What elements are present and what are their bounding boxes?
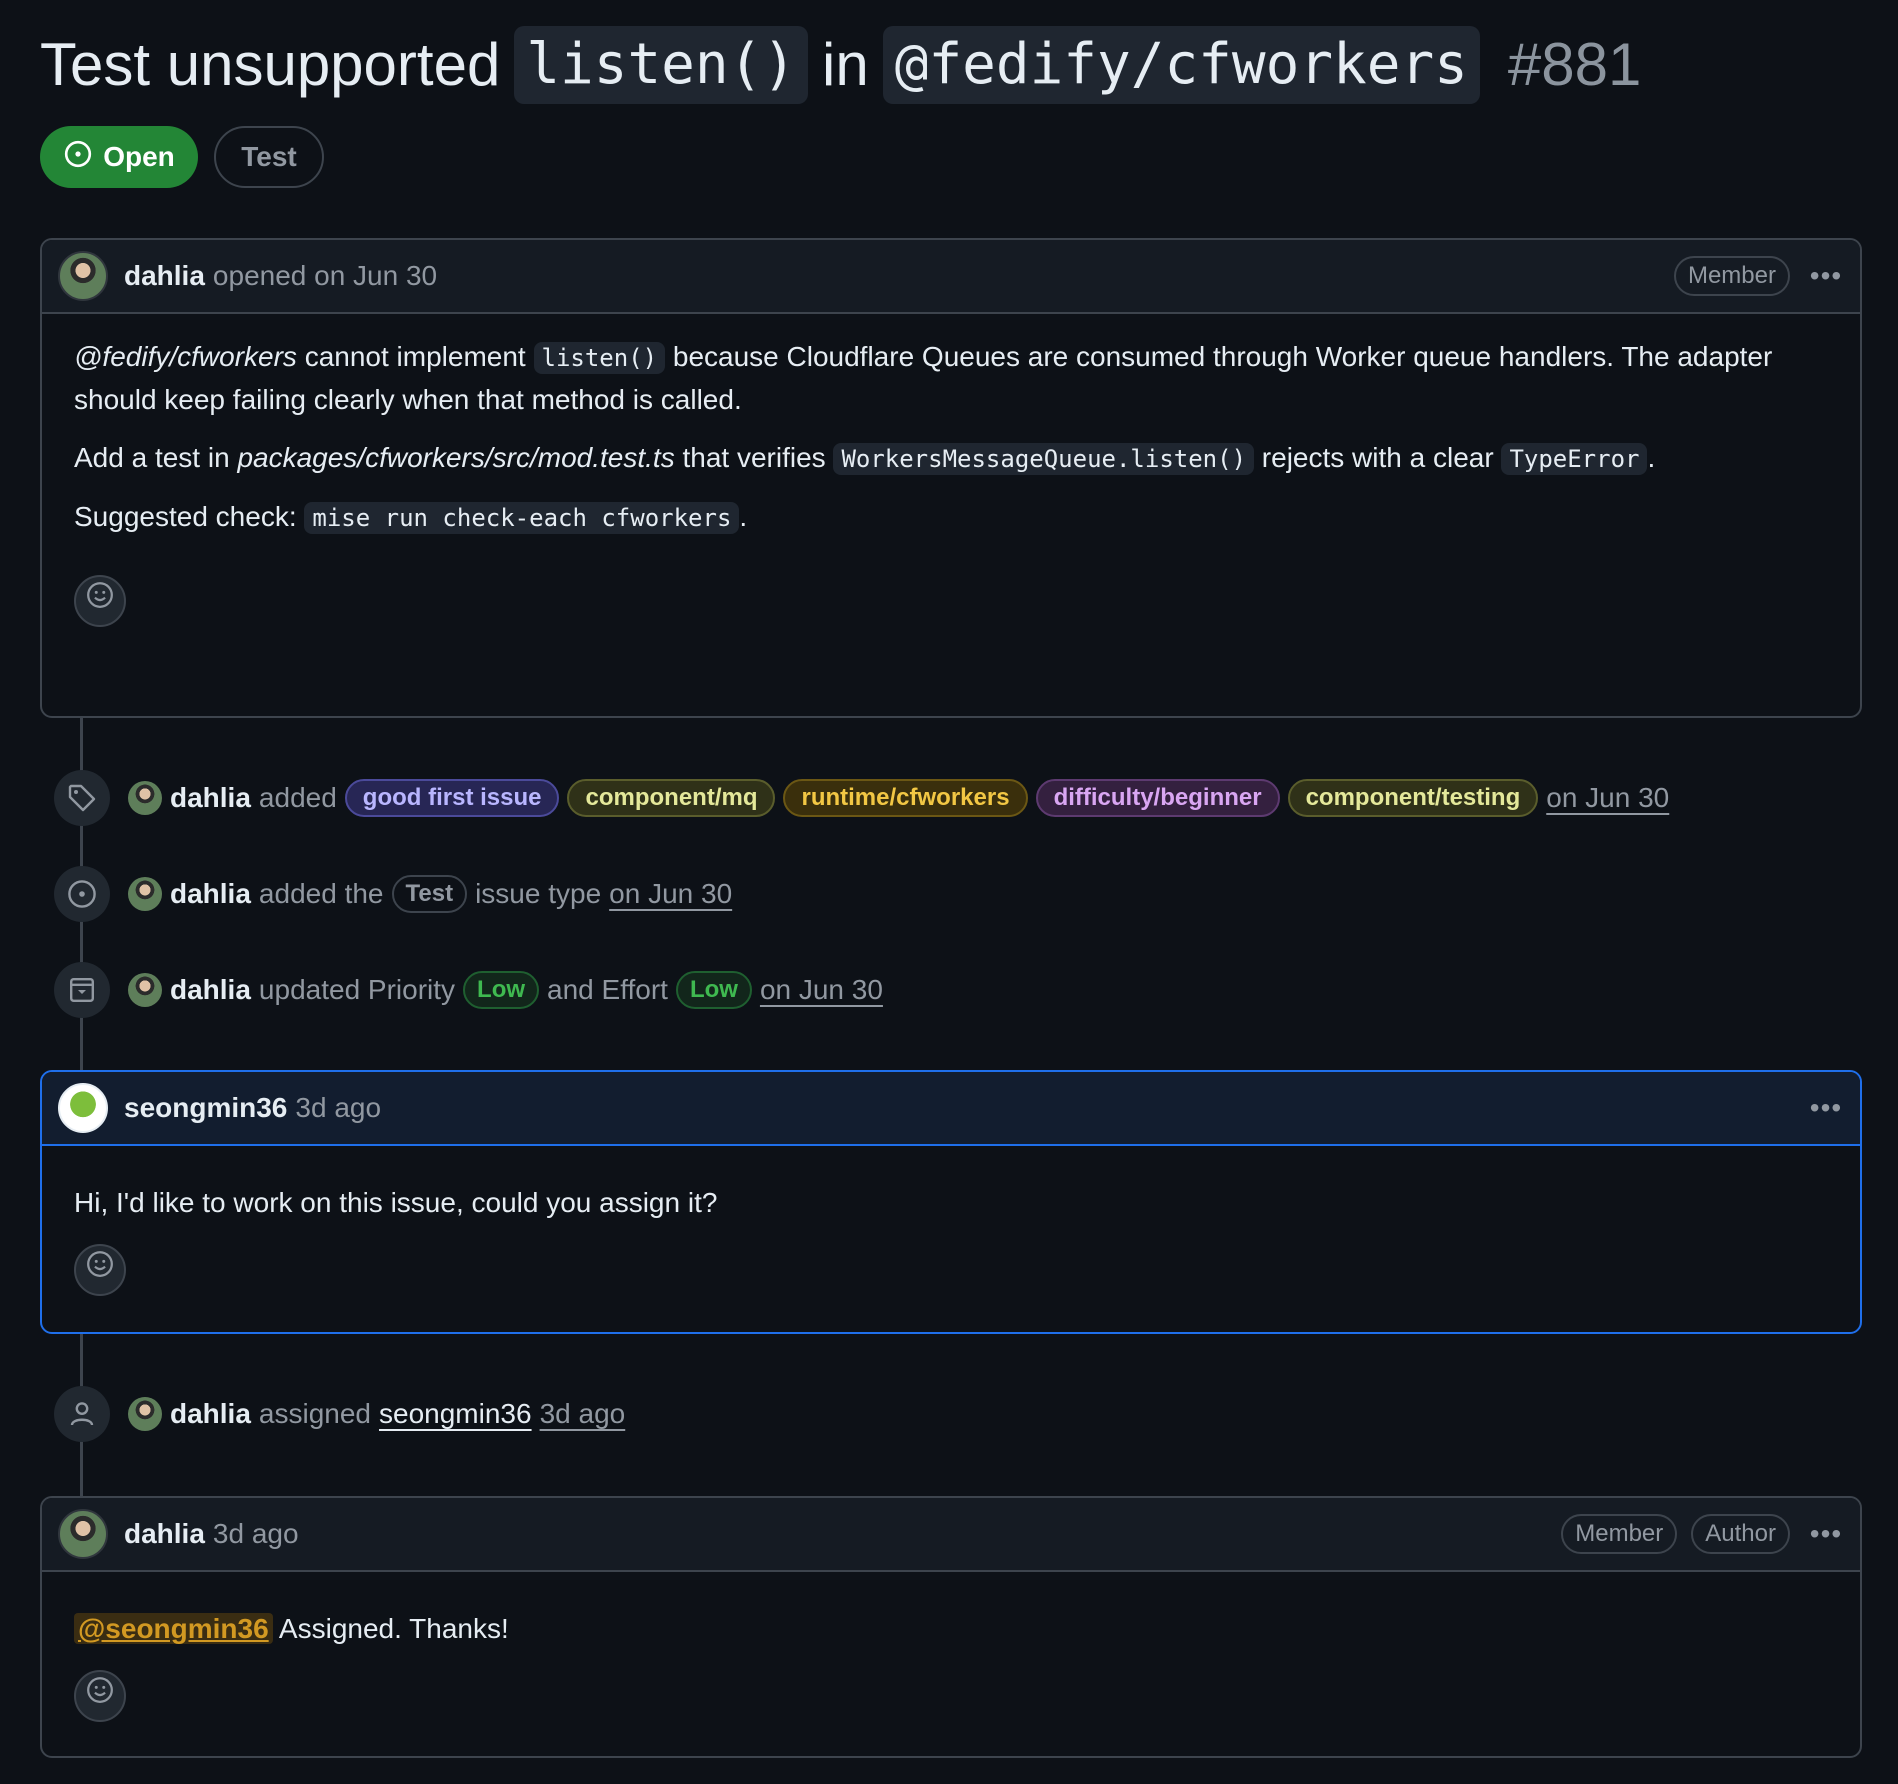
issue-type-badge[interactable]: Test [214, 126, 324, 188]
timeline-type-event: dahlia added the Test issue type on Jun … [54, 866, 732, 922]
event-timestamp[interactable]: 3d ago [540, 1398, 626, 1430]
event-verb: added the [258, 878, 384, 909]
event-actor[interactable]: dahlia [170, 878, 251, 910]
user-mention[interactable]: @seongmin36 [74, 1613, 273, 1644]
comment-text: @seongmin36 Assigned. Thanks! [74, 1608, 1828, 1650]
smiley-icon [85, 580, 115, 622]
comment-header: seongmin36 3d ago ••• [42, 1072, 1860, 1146]
comment-author[interactable]: dahlia [124, 260, 205, 292]
package-name: @fedify/cfworkers [74, 341, 297, 372]
comment-body: Hi, I'd like to work on this issue, coul… [42, 1146, 1860, 1320]
tag-icon [54, 770, 110, 826]
comment-author[interactable]: seongmin36 [124, 1092, 287, 1124]
label-component-testing[interactable]: component/testing [1287, 779, 1539, 817]
avatar[interactable] [128, 1397, 162, 1431]
issue-number: #881 [1507, 31, 1642, 98]
label-good-first-issue[interactable]: good first issue [344, 779, 560, 817]
comment-timestamp[interactable]: 3d ago [295, 1092, 381, 1124]
add-reaction-button[interactable] [74, 1244, 126, 1296]
issue-type-pill[interactable]: Test [391, 875, 468, 913]
add-reaction-button[interactable] [74, 575, 126, 627]
inline-code: listen() [533, 342, 666, 374]
timeline-labels-event: dahlia added good first issue component/… [54, 770, 1669, 826]
member-badge: Member [1561, 1514, 1678, 1554]
issue-title: Test unsupported listen() in @fedify/cfw… [40, 26, 1641, 104]
smiley-icon [85, 1249, 115, 1291]
text: Suggested check: [74, 501, 305, 532]
event-timestamp[interactable]: on Jun 30 [609, 878, 732, 910]
comment-dahlia-reply: dahlia 3d ago Member Author ••• @seongmi… [40, 1496, 1862, 1758]
text: cannot implement [296, 341, 534, 372]
issue-state-row: Open Test [40, 126, 324, 188]
title-prefix: Test unsupported [40, 31, 501, 98]
author-badge: Author [1691, 1514, 1790, 1554]
event-suffix: issue type [475, 878, 602, 909]
title-mid: in [822, 31, 869, 98]
avatar[interactable] [128, 781, 162, 815]
event-actor[interactable]: dahlia [170, 782, 251, 814]
avatar[interactable] [58, 1083, 108, 1133]
timeline-assign-event: dahlia assigned seongmin36 3d ago [54, 1386, 625, 1442]
text: rejects with a clear [1254, 442, 1502, 473]
member-badge: Member [1673, 256, 1790, 296]
inline-code: mise run check-each cfworkers [304, 502, 740, 534]
label-runtime-cfworkers[interactable]: runtime/cfworkers [783, 779, 1028, 817]
comment-text: Hi, I'd like to work on this issue, coul… [74, 1187, 718, 1218]
issue-open-icon [63, 139, 93, 176]
title-code-package: @fedify/cfworkers [882, 26, 1480, 104]
title-code-listen: listen() [514, 26, 809, 104]
body-paragraph-2: Add a test in packages/cfworkers/src/mod… [74, 437, 1828, 480]
state-label: Open [103, 141, 175, 172]
comment-body: @seongmin36 Assigned. Thanks! [42, 1572, 1860, 1746]
text: Assigned. Thanks! [272, 1613, 509, 1644]
event-timestamp[interactable]: on Jun 30 [760, 974, 883, 1006]
avatar[interactable] [128, 973, 162, 1007]
event-actor[interactable]: dahlia [170, 974, 251, 1006]
effort-pill: Low [675, 971, 752, 1009]
add-reaction-button[interactable] [74, 1670, 126, 1722]
priority-pill: Low [463, 971, 540, 1009]
text: that verifies [674, 442, 834, 473]
event-verb: assigned [258, 1398, 372, 1429]
opening-comment: dahlia opened on Jun 30 Member ••• @fedi… [40, 238, 1862, 718]
event-timestamp[interactable]: on Jun 30 [1546, 782, 1669, 814]
body-paragraph-3: Suggested check: mise run check-each cfw… [74, 496, 1828, 539]
comment-header: dahlia 3d ago Member Author ••• [42, 1498, 1860, 1572]
text: Add a test in [74, 442, 238, 473]
avatar[interactable] [58, 251, 108, 301]
person-icon [54, 1386, 110, 1442]
comment-action: opened on Jun 30 [212, 260, 438, 291]
comment-author[interactable]: dahlia [124, 1518, 205, 1550]
label-component-mq[interactable]: component/mq [567, 779, 776, 817]
event-mid: and Effort [547, 974, 668, 1005]
project-field-icon [54, 962, 110, 1018]
text: . [1647, 442, 1656, 473]
avatar[interactable] [128, 877, 162, 911]
kebab-icon[interactable]: ••• [1808, 260, 1844, 292]
inline-code: WorkersMessageQueue.listen() [833, 443, 1255, 475]
label-difficulty-beginner[interactable]: difficulty/beginner [1035, 779, 1280, 817]
assignee-link[interactable]: seongmin36 [379, 1398, 532, 1430]
inline-code: TypeError [1501, 443, 1648, 475]
event-verb: updated Priority [258, 974, 456, 1005]
comment-body: @fedify/cfworkers cannot implement liste… [42, 314, 1860, 651]
comment-seongmin36: seongmin36 3d ago ••• Hi, I'd like to wo… [40, 1070, 1862, 1334]
text: . [739, 501, 748, 532]
comment-timestamp[interactable]: 3d ago [213, 1518, 299, 1550]
issue-type-icon [54, 866, 110, 922]
comment-header: dahlia opened on Jun 30 Member ••• [42, 240, 1860, 314]
file-path: packages/cfworkers/src/mod.test.ts [237, 442, 675, 473]
smiley-icon [85, 1675, 115, 1717]
timeline-priority-event: dahlia updated Priority Low and Effort L… [54, 962, 883, 1018]
event-actor[interactable]: dahlia [170, 1398, 251, 1430]
body-paragraph-1: @fedify/cfworkers cannot implement liste… [74, 336, 1828, 421]
kebab-icon[interactable]: ••• [1808, 1518, 1844, 1550]
avatar[interactable] [58, 1509, 108, 1559]
event-verb: added [258, 782, 337, 813]
kebab-icon[interactable]: ••• [1808, 1092, 1844, 1124]
state-badge-open: Open [40, 126, 198, 188]
